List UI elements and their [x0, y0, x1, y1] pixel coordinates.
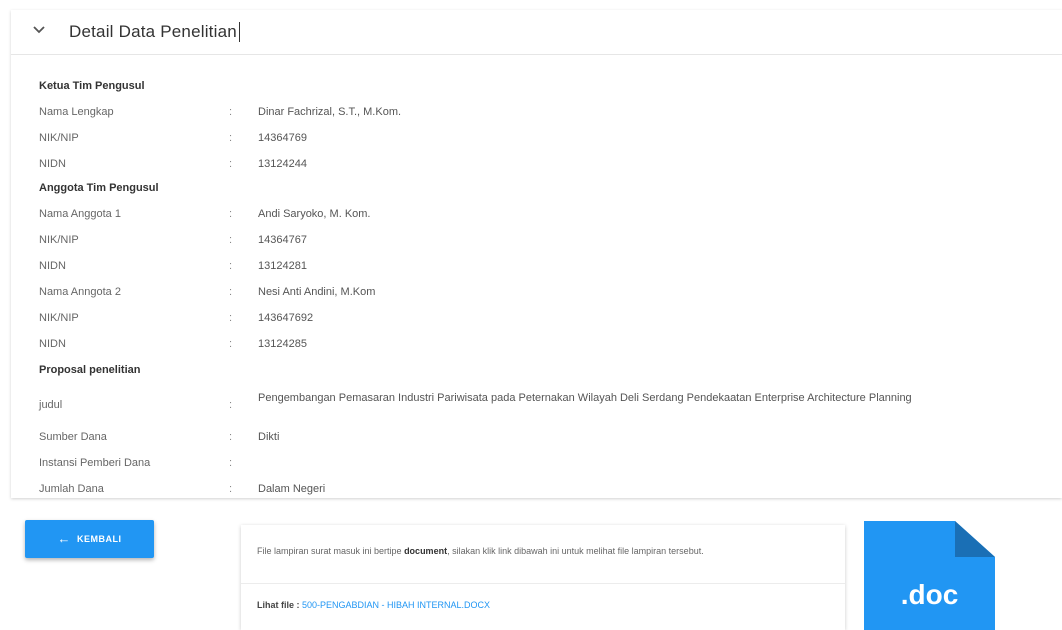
desc-type: document	[404, 546, 448, 556]
row-label: NIDN	[39, 260, 66, 272]
row-colon: :	[229, 431, 233, 443]
row-label: Nama Lengkap	[39, 106, 114, 118]
row-label: Sumber Dana	[39, 431, 107, 443]
divider	[241, 583, 845, 584]
desc-pre: File lampiran surat masuk ini bertipe	[257, 546, 405, 556]
attachment-card: File lampiran surat masuk ini bertipe do…	[241, 525, 845, 630]
research-detail-panel: Detail Data Penelitian Ketua Tim Pengusu…	[11, 10, 1062, 498]
row-colon: :	[229, 399, 233, 411]
row-colon: :	[229, 312, 233, 324]
row-colon: :	[229, 208, 233, 220]
row-label: Jumlah Dana	[39, 483, 104, 495]
row-label: Nama Anngota 2	[39, 286, 121, 298]
row-value: Pengembangan Pemasaran Industri Pariwisa…	[258, 392, 912, 404]
row-colon: :	[229, 457, 233, 469]
row-value: 143647692	[258, 312, 314, 324]
row-label: NIK/NIP	[39, 234, 79, 246]
desc-post: , silakan klik link dibawah ini untuk me…	[447, 546, 704, 556]
row-label: Instansi Pemberi Dana	[39, 457, 151, 469]
row-label: NIK/NIP	[39, 312, 79, 324]
section-heading-proposal: Proposal penelitian	[39, 364, 141, 376]
attachment-description: File lampiran surat masuk ini bertipe do…	[257, 544, 817, 558]
back-button-label: KEMBALI	[77, 534, 122, 544]
row-value: 13124281	[258, 260, 307, 272]
attachment-file-link[interactable]: 500-PENGABDIAN - HIBAH INTERNAL.DOCX	[302, 600, 490, 610]
row-colon: :	[229, 483, 233, 495]
row-value: 14364769	[258, 132, 307, 144]
chevron-down-icon[interactable]	[31, 22, 47, 38]
doc-extension-label: .doc	[900, 579, 959, 610]
row-colon: :	[229, 132, 233, 144]
link-lead: Lihat file :	[257, 600, 302, 610]
row-label: NIDN	[39, 158, 66, 170]
section-heading-anggota: Anggota Tim Pengusul	[39, 182, 159, 194]
row-colon: :	[229, 260, 233, 272]
row-colon: :	[229, 234, 233, 246]
row-label: Nama Anggota 1	[39, 208, 121, 220]
row-value: Andi Saryoko, M. Kom.	[258, 208, 371, 220]
row-label: judul	[39, 399, 63, 411]
row-value: Nesi Anti Andini, M.Kom	[258, 286, 376, 298]
row-label: NIK/NIP	[39, 132, 79, 144]
doc-file-icon: .doc	[864, 521, 995, 630]
row-colon: :	[229, 158, 233, 170]
panel-header[interactable]: Detail Data Penelitian	[11, 10, 1062, 55]
arrow-left-icon: ←	[57, 531, 71, 546]
row-value: Dikti	[258, 431, 280, 443]
panel-title: Detail Data Penelitian	[69, 22, 240, 42]
row-colon: :	[229, 286, 233, 298]
attachment-link-row: Lihat file : 500-PENGABDIAN - HIBAH INTE…	[257, 600, 490, 610]
row-value: 13124244	[258, 158, 307, 170]
section-heading-ketua: Ketua Tim Pengusul	[39, 80, 145, 92]
row-colon: :	[229, 338, 233, 350]
row-value: Dinar Fachrizal, S.T., M.Kom.	[258, 106, 402, 118]
row-value: Dalam Negeri	[258, 483, 326, 495]
row-colon: :	[229, 106, 233, 118]
row-value: 14364767	[258, 234, 307, 246]
row-value: 13124285	[258, 338, 307, 350]
back-button[interactable]: ← KEMBALI	[25, 520, 154, 558]
row-label: NIDN	[39, 338, 66, 350]
